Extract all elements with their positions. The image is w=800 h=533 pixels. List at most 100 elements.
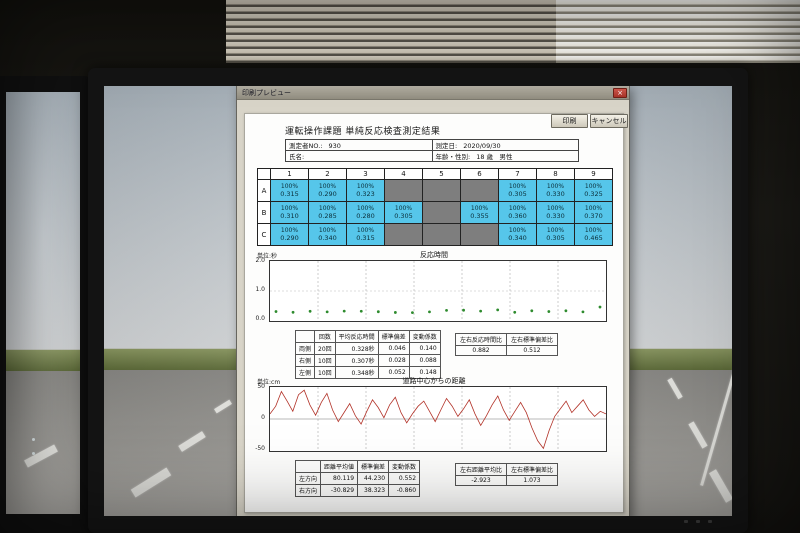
grid-cell: 100% 0.305 — [384, 201, 423, 224]
stats-value: 44.230 — [357, 472, 390, 485]
grid-row-label: B — [257, 201, 271, 224]
grid-cell: 100% 0.340 — [308, 223, 347, 246]
report-page: 運転操作課題 単純反応検査測定結果 測定者NO.: 930 測定日: 2020/09… — [244, 113, 624, 513]
stats-value: 38.323 — [357, 484, 390, 497]
grid-cell-empty — [384, 179, 423, 202]
grid-cell: 100% 0.285 — [308, 201, 347, 224]
info-cell-no: 測定者NO.: 930 — [285, 139, 433, 151]
grid-row-label: A — [257, 179, 271, 202]
grid-cell: 100% 0.330 — [536, 201, 575, 224]
window-title: 印刷プレビュー — [242, 89, 291, 97]
stats-value: 0.552 — [388, 472, 421, 485]
info-value: 930 — [328, 142, 341, 150]
info-value: 2020/09/30 — [463, 142, 501, 150]
grid-col-header: 2 — [308, 168, 347, 180]
stats-header: 回数 — [314, 330, 336, 343]
reaction-ratios: 左右反応時間比 左右標準偏差比 0.882 0.512 — [454, 333, 559, 356]
stats-value: 80.119 — [320, 472, 359, 485]
stats-value: 10回 — [314, 354, 336, 367]
grid-cell: 100% 0.310 — [270, 201, 309, 224]
reaction-stats: 回数 平均反応時間 標準偏差 変動係数 両側 20回 0.328秒 0.046 0.140 右側 1… — [294, 330, 441, 379]
distance-chart — [269, 386, 607, 452]
main-monitor-screen: 印刷プレビュー × 印刷 キャンセル 運転操作課題 単純反応検査測定結果 測定者… — [104, 86, 732, 516]
info-label: 年齢・性別: — [435, 153, 471, 161]
y-axis-label: 0 — [261, 414, 265, 421]
stats-header — [294, 330, 316, 343]
grid-cell: 100% 0.370 — [574, 201, 613, 224]
ratio-header: 左右標準偏差比 — [506, 463, 559, 476]
print-button[interactable]: 印刷 — [551, 114, 588, 128]
left-monitor-screen — [6, 92, 80, 514]
info-cell-name: 氏名: — [285, 150, 433, 162]
grid-cell-empty — [422, 179, 461, 202]
ratio-value: -2.923 — [454, 475, 508, 486]
stats-header: 標準偏差 — [357, 460, 390, 473]
grid-cell: 100% 0.305 — [536, 223, 575, 246]
window-title-bar[interactable]: 印刷プレビュー — [237, 86, 629, 100]
grid-cell: 100% 0.323 — [346, 179, 385, 202]
distance-stats: 距離平均値 標準偏差 変動係数左方向 80.119 44.230 0.552 右方向 -30.… — [294, 460, 421, 497]
monitor-button — [696, 520, 700, 523]
sim-grass — [6, 349, 80, 371]
stats-header: 変動係数 — [388, 460, 421, 473]
monitor-power-led — [32, 438, 35, 441]
ratio-table: 左右反応時間比 左右標準偏差比 0.882 0.512 — [454, 333, 559, 356]
window-blinds-bright — [556, 0, 800, 63]
y-axis-label: 0.0 — [255, 315, 265, 322]
stats-value: 0.307秒 — [334, 354, 379, 367]
grid-cell: 100% 0.305 — [498, 179, 537, 202]
y-axis-label: 2.0 — [255, 257, 265, 264]
monitor-power-led — [708, 520, 712, 523]
distance-ratios: 左右距離平均比 左右標準偏差比 -2.923 1.073 — [454, 463, 559, 486]
grid-cell: 100% 0.315 — [270, 179, 309, 202]
chart-canvas — [270, 387, 606, 451]
grid-col-header: 4 — [384, 168, 423, 180]
stats-value: 20回 — [314, 342, 336, 355]
info-cell-age: 年齢・性別: 18 歳 男性 — [431, 150, 579, 162]
grid-cell: 100% 0.325 — [574, 179, 613, 202]
reaction-chart-title: 反応時間 — [420, 251, 448, 259]
photo-background: 印刷プレビュー × 印刷 キャンセル 運転操作課題 単純反応検査測定結果 測定者… — [0, 0, 800, 533]
grid-col-header: 3 — [346, 168, 385, 180]
ratio-value: 0.882 — [454, 345, 508, 356]
close-icon: × — [617, 89, 623, 97]
stats-header: 変動係数 — [408, 330, 441, 343]
ratio-table: 左右距離平均比 左右標準偏差比 -2.923 1.073 — [454, 463, 559, 486]
reaction-grid: 1 2 3 4 5 6 7 8 9 A 100% 0.315 100% 0.290 100% 0.323 100… — [257, 168, 613, 246]
chart-canvas — [270, 261, 606, 321]
grid-cell-empty — [460, 179, 499, 202]
stats-row-label: 右方向 — [294, 484, 322, 497]
y-axis-label: 50 — [257, 383, 265, 390]
grid-col-header: 9 — [574, 168, 613, 180]
stats-row-label: 左方向 — [294, 472, 322, 485]
stats-value: 0.088 — [408, 354, 441, 367]
info-label: 氏名: — [289, 153, 305, 161]
stats-value: -30.829 — [320, 484, 359, 497]
info-label: 測定者NO.: — [289, 142, 323, 150]
grid-cell-empty — [422, 201, 461, 224]
grid-corner — [257, 168, 271, 180]
stats-header: 平均反応時間 — [334, 330, 379, 343]
grid-cell: 100% 0.465 — [574, 223, 613, 246]
ratio-value: 1.073 — [506, 475, 559, 486]
stats-header: 標準偏差 — [377, 330, 410, 343]
left-monitor — [0, 76, 90, 533]
stats-header: 距離平均値 — [320, 460, 359, 473]
monitor-button — [684, 520, 688, 523]
cancel-button[interactable]: キャンセル — [590, 114, 628, 128]
grid-cell: 100% 0.315 — [346, 223, 385, 246]
report-title: 運転操作課題 単純反応検査測定結果 — [285, 127, 441, 137]
info-table: 測定者NO.: 930 測定日: 2020/09/30 氏名: 年齢・性別: 1… — [285, 139, 579, 162]
distance-chart-title: 道路中心からの距離 — [402, 377, 466, 385]
monitor-button — [32, 452, 35, 455]
grid-cell: 100% 0.360 — [498, 201, 537, 224]
stats-table: 距離平均値 標準偏差 変動係数左方向 80.119 44.230 0.552 右方向 -30.… — [294, 460, 421, 497]
grid-cell: 100% 0.290 — [270, 223, 309, 246]
grid-cell: 100% 0.340 — [498, 223, 537, 246]
grid-cell-empty — [460, 223, 499, 246]
grid-cell-empty — [384, 223, 423, 246]
info-cell-date: 測定日: 2020/09/30 — [431, 139, 579, 151]
y-axis-label: 1.0 — [255, 286, 265, 293]
close-button[interactable]: × — [613, 88, 627, 98]
grid-col-header: 5 — [422, 168, 461, 180]
